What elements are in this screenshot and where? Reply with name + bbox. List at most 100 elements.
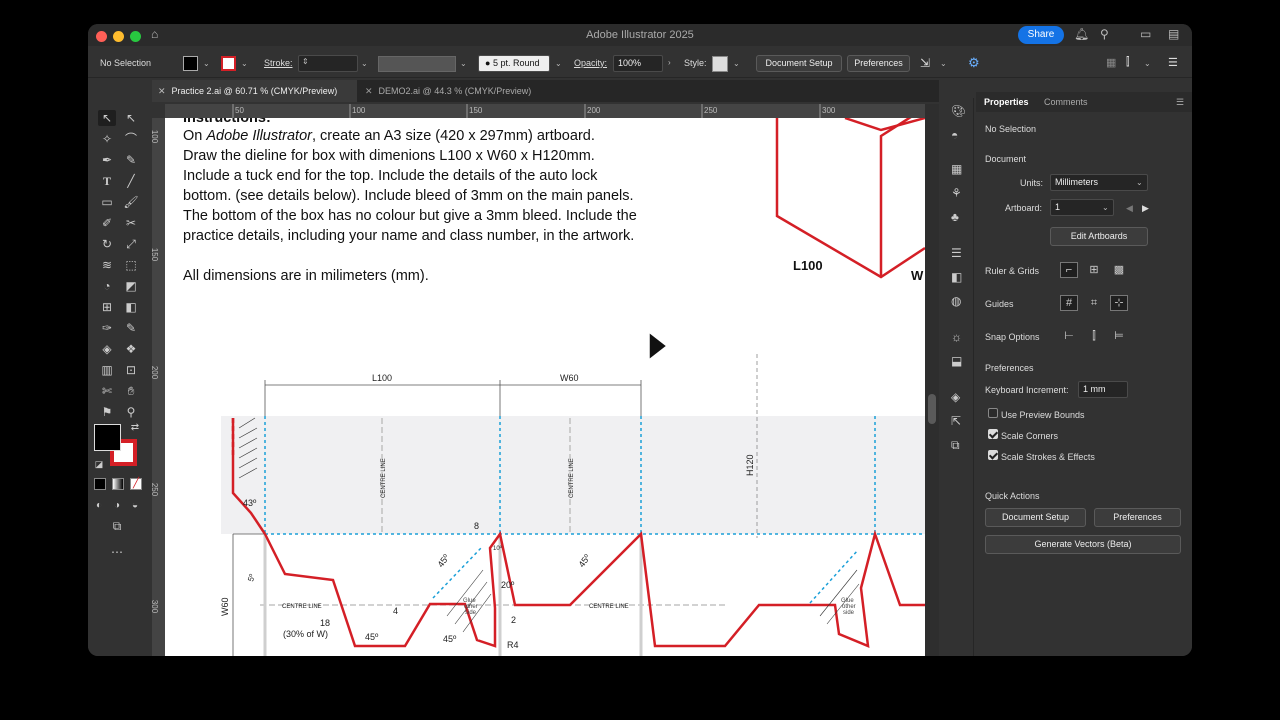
align-dropdown-icon[interactable]: ⌄ <box>1144 59 1151 68</box>
stepper-icon[interactable]: ⇕ <box>302 57 309 66</box>
snap-to-pixel-icon[interactable]: ⫿ <box>1085 328 1103 344</box>
hand-tool-icon[interactable]: ✋︎ <box>122 383 140 399</box>
paintbrush-tool-icon[interactable]: 🖌︎ <box>122 194 140 210</box>
swap-fill-stroke-icon[interactable]: ⇄ <box>126 420 144 436</box>
type-tool-icon[interactable]: T <box>98 173 116 189</box>
live-paint-tool-icon[interactable]: ◩ <box>122 278 140 294</box>
color-mode-icon[interactable] <box>94 478 106 490</box>
opacity-label[interactable]: Opacity: <box>574 58 607 68</box>
select-similar-dropdown-icon[interactable]: ⌄ <box>940 59 947 68</box>
brushes-icon[interactable]: ⚘ <box>951 186 962 200</box>
tab-demo2[interactable]: ✕ DEMO2.ai @ 44.3 % (CMYK/Preview) <box>359 80 549 102</box>
draw-inside-icon[interactable]: ◒ <box>126 498 144 514</box>
edit-artboards-button[interactable]: Edit Artboards <box>1050 227 1148 246</box>
tab-practice-2[interactable]: ✕ Practice 2.ai @ 60.71 % (CMYK/Preview) <box>152 80 357 102</box>
search-icon[interactable]: ⚲ <box>1100 27 1109 41</box>
line-tool-icon[interactable]: ╱ <box>122 173 140 189</box>
qa-preferences-button[interactable]: Preferences <box>1094 508 1181 527</box>
eyedropper-tool-icon[interactable]: ✑ <box>98 320 116 336</box>
draw-behind-icon[interactable]: ◑ <box>108 498 126 514</box>
shaper-tool-icon[interactable]: ✐ <box>98 215 116 231</box>
swatches-icon[interactable]: ▦ <box>951 162 962 176</box>
scale-corners-checkbox[interactable] <box>988 429 998 439</box>
vertical-scrollbar[interactable] <box>925 104 939 656</box>
transparency-grid-icon[interactable]: ▩ <box>1110 262 1128 278</box>
lasso-tool-icon[interactable]: ⌒ <box>122 131 140 147</box>
graphic-styles-icon[interactable]: ⬓ <box>951 354 962 368</box>
pen-tool-icon[interactable]: ✒ <box>98 152 116 168</box>
shape-builder-tool-icon[interactable]: ◔ <box>98 278 116 294</box>
scale-strokes-checkbox[interactable] <box>988 450 998 460</box>
snap-to-glyph-icon[interactable]: ⊨ <box>1110 328 1128 344</box>
grid-icon[interactable]: ⊞ <box>1085 262 1103 278</box>
scale-tool-icon[interactable]: ⤢ <box>122 236 140 252</box>
artboard-tool-icon[interactable]: ⊡ <box>122 362 140 378</box>
close-tab-icon[interactable]: ✕ <box>365 86 373 96</box>
recolor-icon[interactable]: ⚙ <box>968 55 980 71</box>
graph-tool-icon[interactable]: ▥ <box>98 362 116 378</box>
style-swatch[interactable] <box>712 56 728 72</box>
scissors-tool-icon[interactable]: ✂ <box>122 215 140 231</box>
appearance-icon[interactable]: ☼ <box>951 330 962 344</box>
opacity-arrow-icon[interactable]: › <box>668 58 671 67</box>
tab-properties[interactable]: Properties <box>984 97 1029 107</box>
previous-artboard-icon[interactable]: ◀ <box>1126 203 1133 214</box>
profile-dropdown-icon[interactable]: ⌄ <box>460 59 467 68</box>
variable-width-profile[interactable] <box>378 56 456 72</box>
use-preview-bounds-checkbox[interactable] <box>988 408 998 418</box>
smart-guides-icon[interactable]: ⊹ <box>1110 295 1128 311</box>
draw-normal-icon[interactable]: ◐ <box>90 498 108 514</box>
gradient-tool-icon[interactable]: ◧ <box>122 299 140 315</box>
artboard[interactable]: Instructions: On Adobe Illustrator, crea… <box>165 118 925 656</box>
none-mode-icon[interactable]: ╱ <box>130 478 142 490</box>
free-transform-tool-icon[interactable]: ⬚ <box>122 257 140 273</box>
horizontal-ruler[interactable]: 50 100 150 200 250 300 <box>165 104 925 118</box>
arrange-icon[interactable]: ▤ <box>1168 27 1179 41</box>
show-guides-icon[interactable]: # <box>1060 295 1078 311</box>
stroke-dropdown-icon[interactable]: ⌄ <box>241 59 248 68</box>
zoom-tool-icon[interactable]: ⚲ <box>122 404 140 420</box>
transparency-icon[interactable]: ◍ <box>951 294 961 308</box>
symbols-icon[interactable]: ♣ <box>951 210 959 224</box>
workspace-icon[interactable]: ▭ <box>1140 27 1151 41</box>
mesh-tool-icon[interactable]: ⊞ <box>98 299 116 315</box>
layers-icon[interactable]: ◈ <box>951 390 960 404</box>
asset-export-icon[interactable]: ⇱ <box>951 414 961 428</box>
direct-selection-tool-icon[interactable]: ↖ <box>122 110 140 126</box>
color-guide-icon[interactable]: ◓ <box>951 128 958 142</box>
units-select[interactable]: Millimeters <box>1050 174 1148 191</box>
edit-toolbar-icon[interactable]: ⋯ <box>108 544 126 560</box>
default-colors-icon[interactable]: ◪ <box>90 456 108 472</box>
share-button[interactable]: Share <box>1018 26 1064 44</box>
stroke-swatch[interactable] <box>221 56 236 71</box>
align-icon[interactable]: ▦ <box>1106 56 1116 69</box>
screen-mode-icon[interactable]: ⧉ <box>108 518 126 534</box>
document-setup-button[interactable]: Document Setup <box>756 55 842 72</box>
style-dropdown-icon[interactable]: ⌄ <box>733 59 740 68</box>
symbol-sprayer-tool-icon[interactable]: ❖ <box>122 341 140 357</box>
print-tiling-tool-icon[interactable]: ⚑ <box>98 404 116 420</box>
blend-tool-icon[interactable]: ◈ <box>98 341 116 357</box>
close-tab-icon[interactable]: ✕ <box>158 86 166 96</box>
stroke-label[interactable]: Stroke: <box>264 58 293 68</box>
scroll-thumb[interactable] <box>928 394 936 424</box>
opacity-field[interactable]: 100% <box>613 55 663 72</box>
fill-color-swatch[interactable] <box>94 424 121 451</box>
qa-document-setup-button[interactable]: Document Setup <box>985 508 1086 527</box>
tab-comments[interactable]: Comments <box>1044 97 1088 107</box>
stroke-weight-dropdown-icon[interactable]: ⌄ <box>361 59 368 68</box>
brush-dropdown-icon[interactable]: ⌄ <box>555 59 562 68</box>
units-dropdown-icon[interactable]: ⌄ <box>1136 178 1143 187</box>
warp-tool-icon[interactable]: ≋ <box>98 257 116 273</box>
rotate-tool-icon[interactable]: ↻ <box>98 236 116 252</box>
selection-tool-icon[interactable]: ↖ <box>98 110 116 126</box>
next-artboard-icon[interactable]: ▶ <box>1142 203 1149 214</box>
preferences-button[interactable]: Preferences <box>847 55 910 72</box>
curvature-tool-icon[interactable]: ✎ <box>122 152 140 168</box>
stroke-panel-icon[interactable]: ☰ <box>951 246 962 260</box>
keyboard-increment-field[interactable]: 1 mm <box>1078 381 1128 398</box>
measure-tool-icon[interactable]: ✎ <box>122 320 140 336</box>
panel-menu-icon[interactable]: ☰ <box>1168 56 1178 69</box>
gradient-mode-icon[interactable] <box>112 478 124 490</box>
canvas[interactable]: Instructions: On Adobe Illustrator, crea… <box>165 118 925 656</box>
